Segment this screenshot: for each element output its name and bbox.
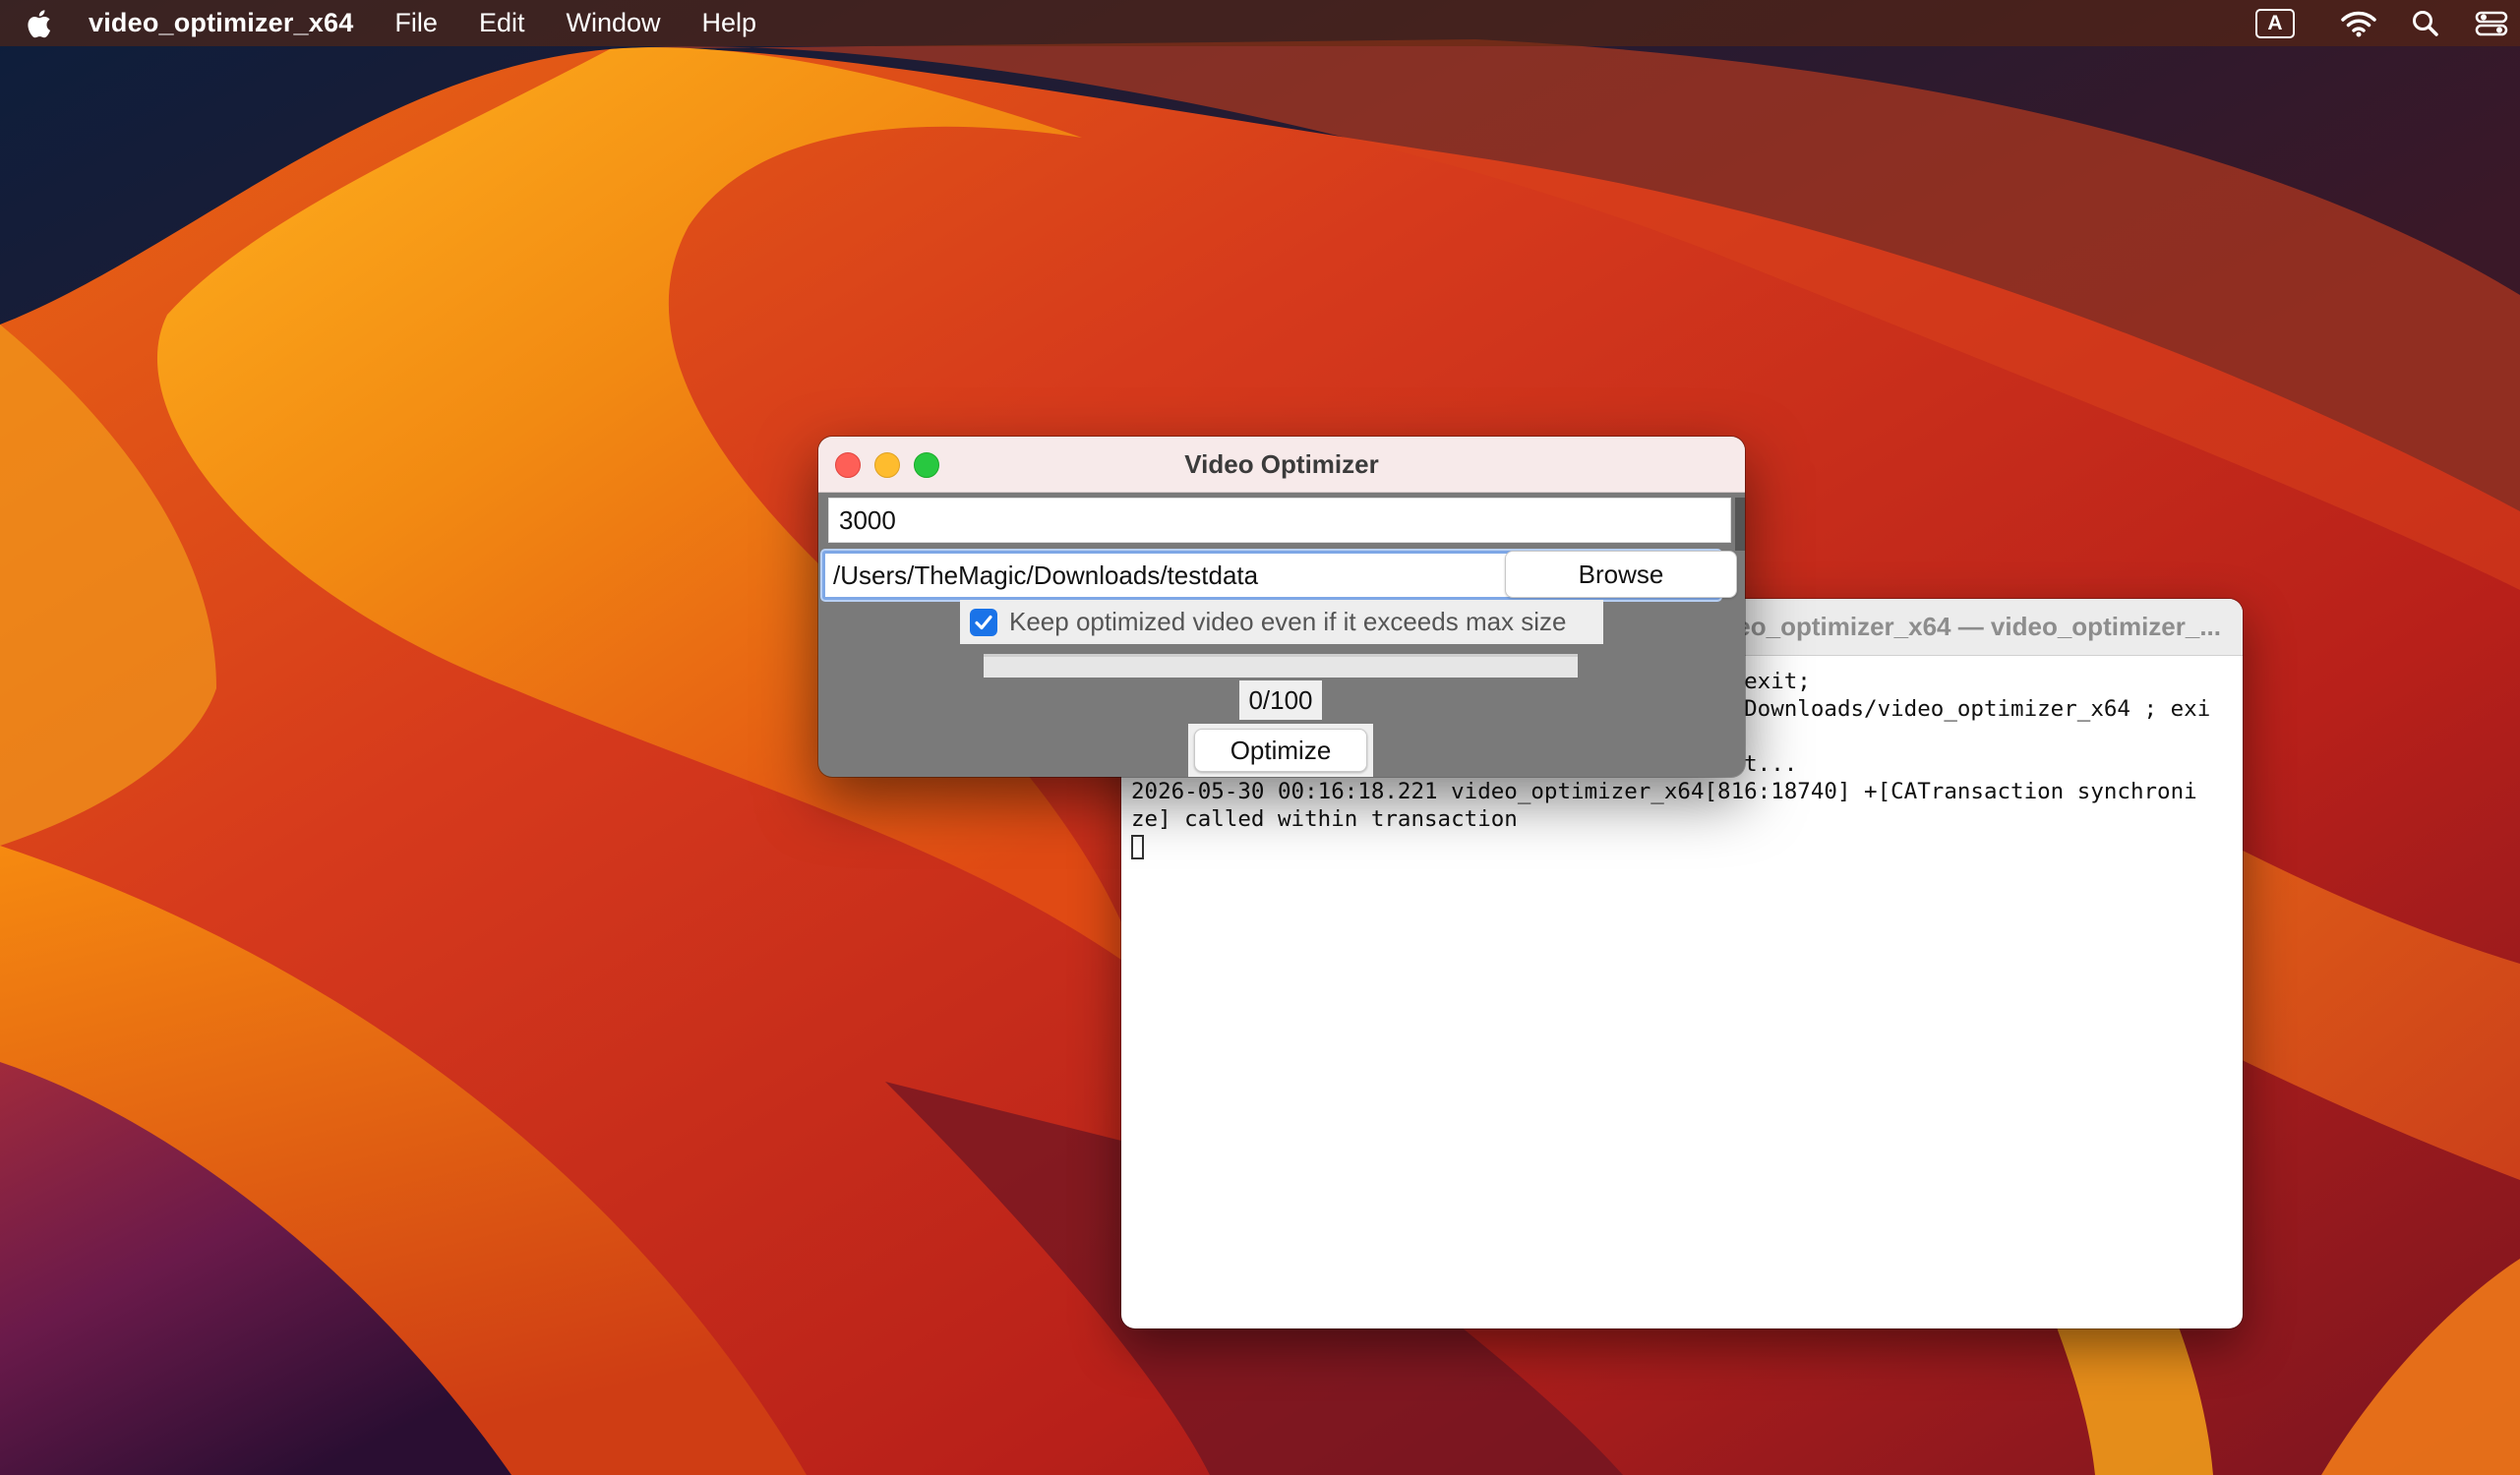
zoom-button[interactable] xyxy=(914,452,939,478)
keep-oversized-label: Keep optimized video even if it exceeds … xyxy=(1009,607,1567,636)
menu-bar: video_optimizer_x64 File Edit Window Hel… xyxy=(0,0,2520,46)
keyboard-input-icon[interactable]: A xyxy=(2252,0,2298,46)
menu-app-name[interactable]: video_optimizer_x64 xyxy=(89,8,353,38)
terminal-cursor xyxy=(1131,835,1144,859)
keep-oversized-checkbox[interactable] xyxy=(970,608,997,636)
scrollbar-handle[interactable] xyxy=(1735,498,1745,551)
progress-bar xyxy=(984,654,1578,678)
menu-edit[interactable]: Edit xyxy=(479,8,525,38)
folder-path-text: /Users/TheMagic/Downloads/testdata xyxy=(833,560,1259,590)
search-icon[interactable] xyxy=(2404,0,2447,46)
control-center-icon[interactable] xyxy=(2469,0,2514,46)
input-source-label: A xyxy=(2255,8,2295,38)
browse-button[interactable]: Browse xyxy=(1505,551,1737,598)
terminal-line: ze] called within transaction xyxy=(1131,806,1518,832)
max-size-input[interactable]: 3000 xyxy=(828,498,1731,543)
apple-menu-icon[interactable] xyxy=(22,6,53,41)
menu-window[interactable]: Window xyxy=(566,8,660,38)
wifi-icon[interactable] xyxy=(2337,0,2380,46)
progress-counter: 0/100 xyxy=(1239,680,1322,720)
optimizer-titlebar[interactable]: Video Optimizer xyxy=(818,437,1745,493)
optimize-button[interactable]: Optimize xyxy=(1194,729,1367,772)
keep-oversized-option[interactable]: Keep optimized video even if it exceeds … xyxy=(960,600,1603,644)
minimize-button[interactable] xyxy=(874,452,900,478)
menu-help[interactable]: Help xyxy=(702,8,757,38)
checkmark-icon xyxy=(975,615,992,629)
terminal-line: 2026-05-30 00:16:18.221 video_optimizer_… xyxy=(1131,779,2197,804)
menu-file[interactable]: File xyxy=(394,8,438,38)
close-button[interactable] xyxy=(835,452,861,478)
video-optimizer-window: Video Optimizer 3000 /Users/TheMagic/Dow… xyxy=(818,437,1745,777)
window-title: Video Optimizer xyxy=(1184,448,1379,479)
